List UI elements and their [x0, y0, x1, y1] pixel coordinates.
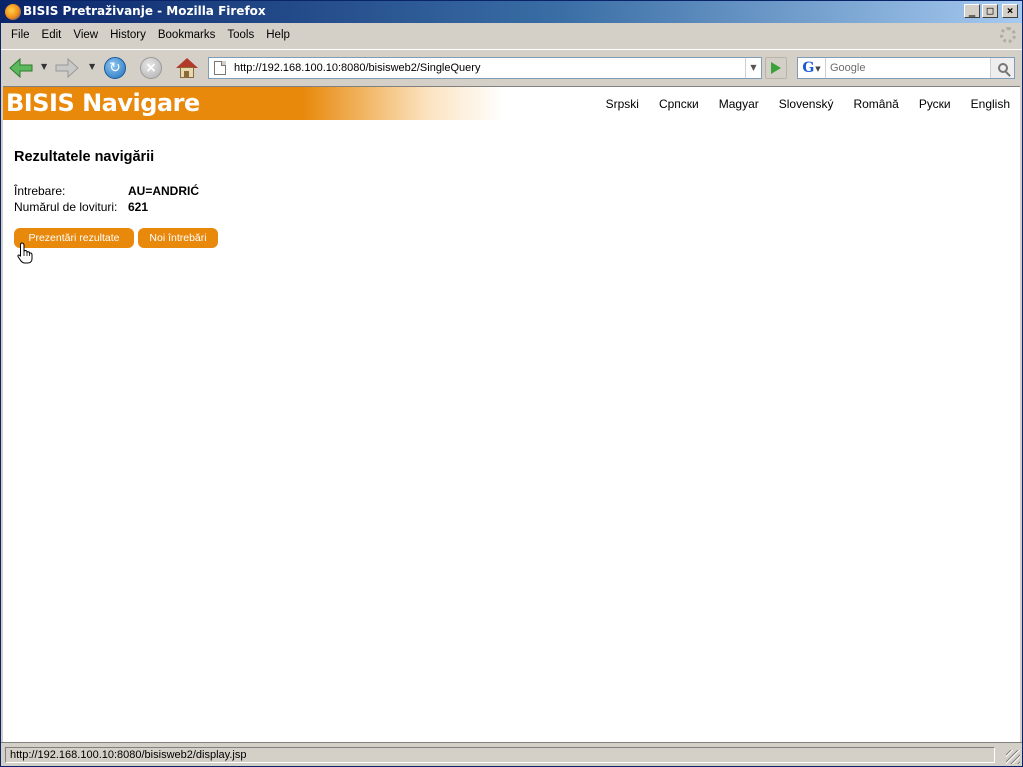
lang-link-srpski-latin[interactable]: Srpski	[606, 97, 639, 111]
minimize-button[interactable]: _	[964, 4, 980, 18]
forward-history-dropdown-icon[interactable]: ▼	[89, 62, 95, 71]
menu-view[interactable]: View	[67, 29, 104, 41]
lang-link-romana[interactable]: Română	[853, 97, 898, 111]
close-button[interactable]: ×	[1002, 4, 1018, 18]
back-history-dropdown-icon[interactable]: ▼	[41, 62, 47, 71]
menu-tools[interactable]: Tools	[221, 29, 260, 41]
back-button[interactable]	[7, 54, 35, 82]
forward-arrow-icon	[55, 57, 79, 79]
window-controls: _ □ ×	[964, 4, 1018, 18]
search-engine-selector[interactable]: G ▼	[798, 58, 826, 78]
lang-link-magyar[interactable]: Magyar	[719, 97, 759, 111]
lang-link-slovensky[interactable]: Slovenský	[779, 97, 834, 111]
reload-icon: ↻	[104, 57, 126, 79]
lang-link-ruski[interactable]: Руски	[919, 97, 951, 111]
status-bar: http://192.168.100.10:8080/bisisweb2/dis…	[1, 742, 1022, 766]
forward-button[interactable]	[53, 54, 81, 82]
firefox-logo-icon	[5, 4, 21, 20]
lang-link-srpski-cyrillic[interactable]: Српски	[659, 97, 699, 111]
query-value: AU=ANDRIĆ	[128, 184, 200, 198]
maximize-button[interactable]: □	[982, 4, 998, 18]
query-row: Întrebare: AU=ANDRIĆ	[14, 183, 199, 199]
search-bar[interactable]: G ▼ Google	[797, 57, 1015, 79]
menu-bar: File Edit View History Bookmarks Tools H…	[1, 23, 1022, 47]
query-info: Întrebare: AU=ANDRIĆ Numărul de lovituri…	[14, 183, 199, 215]
chevron-down-icon: ▼	[815, 63, 821, 73]
navigation-toolbar: ▼ ▼ ↻ × http://192.168.100.10:8080/bisis…	[1, 49, 1022, 85]
title-bar[interactable]: BISIS Pretraživanje - Mozilla Firefox _ …	[1, 1, 1022, 23]
reload-button[interactable]: ↻	[101, 54, 129, 82]
url-bar[interactable]: http://192.168.100.10:8080/bisisweb2/Sin…	[208, 57, 762, 79]
site-logo-title[interactable]: BISIS Navigare	[6, 89, 200, 117]
menu-help[interactable]: Help	[260, 29, 296, 41]
window-title: BISIS Pretraživanje - Mozilla Firefox	[23, 4, 266, 18]
search-input[interactable]: Google	[830, 62, 990, 74]
google-logo-icon: G	[802, 60, 815, 76]
menu-bookmarks[interactable]: Bookmarks	[152, 29, 222, 41]
stop-button[interactable]: ×	[137, 54, 165, 82]
new-query-button[interactable]: Noi întrebări	[138, 228, 218, 248]
go-button[interactable]	[765, 57, 787, 79]
resize-grip-icon[interactable]	[1006, 750, 1020, 764]
home-button[interactable]	[173, 54, 201, 82]
back-arrow-icon	[9, 57, 33, 79]
lang-link-english[interactable]: English	[971, 97, 1010, 111]
site-banner: BISIS Navigare	[3, 87, 503, 120]
hits-row: Numărul de lovituri: 621	[14, 199, 199, 215]
search-icon	[997, 63, 1008, 73]
throbber-icon	[1000, 27, 1016, 43]
page-content: BISIS Navigare Srpski Српски Magyar Slov…	[3, 86, 1020, 742]
go-arrow-icon	[771, 62, 781, 74]
hits-label: Numărul de lovituri:	[14, 200, 118, 214]
menu-edit[interactable]: Edit	[36, 29, 68, 41]
url-input[interactable]: http://192.168.100.10:8080/bisisweb2/Sin…	[234, 62, 480, 74]
home-icon	[176, 58, 198, 78]
url-dropdown-icon[interactable]: ▼	[745, 58, 761, 78]
language-selector: Srpski Српски Magyar Slovenský Română Ру…	[606, 97, 1010, 111]
page-title: Rezultatele navigării	[14, 149, 155, 165]
browser-window: BISIS Pretraživanje - Mozilla Firefox _ …	[0, 0, 1023, 767]
hits-count: 621	[128, 200, 149, 214]
query-label: Întrebare:	[14, 184, 66, 198]
page-favicon-icon	[214, 61, 226, 75]
search-button[interactable]	[990, 58, 1014, 78]
menu-file[interactable]: File	[5, 29, 36, 41]
hand-cursor-icon	[17, 242, 33, 264]
status-text: http://192.168.100.10:8080/bisisweb2/dis…	[5, 747, 995, 763]
stop-icon: ×	[140, 57, 162, 79]
menu-history[interactable]: History	[104, 29, 152, 41]
